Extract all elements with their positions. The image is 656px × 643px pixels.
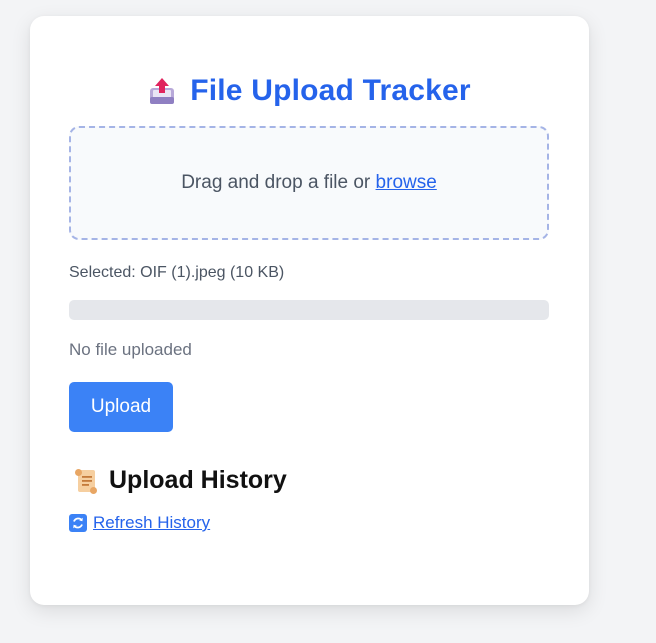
refresh-history-link[interactable]: Refresh History <box>69 513 210 533</box>
selected-file-label: Selected: OIF (1).jpeg (10 KB) <box>69 264 285 281</box>
history-header: Upload History <box>73 466 287 495</box>
outbox-tray-icon <box>150 78 175 104</box>
upload-progress-bar <box>69 300 549 320</box>
dropzone-prompt: Drag and drop a file or <box>181 172 371 193</box>
upload-status: No file uploaded <box>69 340 192 359</box>
upload-card: File Upload Tracker Drag and drop a file… <box>30 16 589 605</box>
refresh-icon <box>69 514 87 532</box>
browse-link[interactable]: browse <box>376 172 437 194</box>
history-title: Upload History <box>109 466 287 494</box>
upload-button[interactable]: Upload <box>69 382 173 432</box>
header: File Upload Tracker <box>30 74 589 108</box>
file-dropzone[interactable]: Drag and drop a file or browse <box>69 126 549 240</box>
refresh-history-label: Refresh History <box>93 513 211 532</box>
scroll-icon <box>75 468 97 494</box>
page-title: File Upload Tracker <box>190 74 471 107</box>
